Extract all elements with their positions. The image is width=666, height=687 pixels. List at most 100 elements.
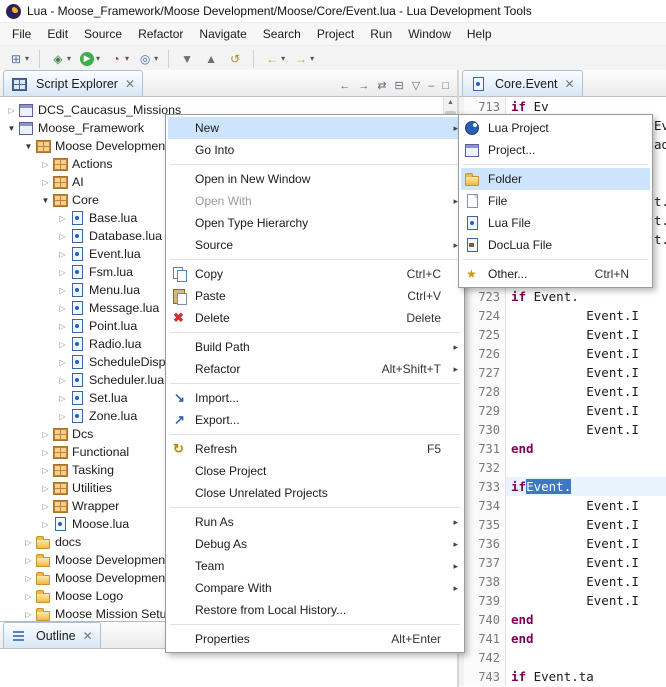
- previous-annotation-button[interactable]: ▲: [200, 49, 222, 69]
- menu-item-file[interactable]: File: [461, 190, 650, 212]
- expand-arrow-icon[interactable]: ▷: [39, 178, 52, 187]
- menu-item-open-in-new-window[interactable]: Open in New Window: [168, 168, 462, 190]
- menu-item-go-into[interactable]: Go Into: [168, 139, 462, 161]
- menu-item-paste[interactable]: PasteCtrl+V: [168, 285, 462, 307]
- menu-navigate[interactable]: Navigate: [191, 24, 254, 44]
- menu-refactor[interactable]: Refactor: [130, 24, 191, 44]
- menu-item-export[interactable]: Export...: [168, 409, 462, 431]
- expand-arrow-icon[interactable]: ▷: [56, 340, 69, 349]
- menu-item-project[interactable]: Project...: [461, 139, 650, 161]
- menu-item-open-type-hierarchy[interactable]: Open Type Hierarchy: [168, 212, 462, 234]
- menu-item-build-path[interactable]: Build Path▸: [168, 336, 462, 358]
- code-line[interactable]: 724 Event.I: [459, 306, 666, 325]
- code-line[interactable]: 734 Event.I: [459, 496, 666, 515]
- menu-item-team[interactable]: Team▸: [168, 555, 462, 577]
- code-line[interactable]: 741 end: [459, 629, 666, 648]
- menu-item-refactor[interactable]: RefactorAlt+Shift+T▸: [168, 358, 462, 380]
- close-icon[interactable]: ✕: [565, 77, 575, 91]
- code-line[interactable]: 728 Event.I: [459, 382, 666, 401]
- code-line[interactable]: 737 Event.I: [459, 553, 666, 572]
- expand-arrow-icon[interactable]: ▷: [39, 448, 52, 457]
- code-line[interactable]: 738 Event.I: [459, 572, 666, 591]
- expand-arrow-icon[interactable]: ▷: [56, 394, 69, 403]
- expand-arrow-icon[interactable]: ▷: [56, 250, 69, 259]
- run-button[interactable]: ▶▾: [76, 49, 103, 69]
- menu-item-restore-from-local-history[interactable]: Restore from Local History...: [168, 599, 462, 621]
- expand-arrow-icon[interactable]: ▷: [22, 610, 35, 619]
- menu-item-doclua-file[interactable]: DocLua File: [461, 234, 650, 256]
- code-line[interactable]: 731 end: [459, 439, 666, 458]
- expand-arrow-icon[interactable]: ▷: [39, 484, 52, 493]
- menu-item-import[interactable]: Import...: [168, 387, 462, 409]
- menu-file[interactable]: File: [4, 24, 39, 44]
- menu-item-properties[interactable]: PropertiesAlt+Enter: [168, 628, 462, 650]
- code-line[interactable]: 726 Event.I: [459, 344, 666, 363]
- menu-item-debug-as[interactable]: Debug As▸: [168, 533, 462, 555]
- dropdown-arrow-icon[interactable]: ▾: [310, 54, 314, 63]
- expand-arrow-icon[interactable]: ▷: [22, 556, 35, 565]
- collapse-arrow-icon[interactable]: ▼: [39, 196, 52, 205]
- menu-item-lua-project[interactable]: Lua Project: [461, 117, 650, 139]
- back-icon[interactable]: ←: [339, 80, 350, 92]
- code-line[interactable]: 735 Event.I: [459, 515, 666, 534]
- code-line[interactable]: 725 Event.I: [459, 325, 666, 344]
- menu-help[interactable]: Help: [459, 24, 500, 44]
- link-with-editor-icon[interactable]: ⇄: [377, 79, 386, 92]
- menu-source[interactable]: Source: [76, 24, 130, 44]
- new-wizard-button[interactable]: ⊞▾: [5, 49, 32, 69]
- forward-button[interactable]: →▾: [290, 49, 317, 69]
- menu-item-close-project[interactable]: Close Project: [168, 460, 462, 482]
- menu-search[interactable]: Search: [255, 24, 309, 44]
- menu-item-new[interactable]: New▸: [168, 117, 462, 139]
- menu-project[interactable]: Project: [309, 24, 362, 44]
- menu-item-other[interactable]: Other...Ctrl+N: [461, 263, 650, 285]
- menu-item-folder[interactable]: Folder: [461, 168, 650, 190]
- code-line[interactable]: 723 if Event.: [459, 287, 666, 306]
- code-line[interactable]: 729 Event.I: [459, 401, 666, 420]
- menu-edit[interactable]: Edit: [39, 24, 76, 44]
- expand-arrow-icon[interactable]: ▷: [39, 430, 52, 439]
- code-line[interactable]: 732: [459, 458, 666, 477]
- code-line[interactable]: 739 Event.I: [459, 591, 666, 610]
- menu-item-run-as[interactable]: Run As▸: [168, 511, 462, 533]
- expand-arrow-icon[interactable]: ▷: [39, 520, 52, 529]
- scroll-up-icon[interactable]: ▲: [444, 99, 457, 106]
- code-line[interactable]: 727 Event.I: [459, 363, 666, 382]
- minimize-icon[interactable]: –: [428, 80, 434, 92]
- menu-run[interactable]: Run: [362, 24, 400, 44]
- maximize-icon[interactable]: □: [442, 80, 449, 92]
- collapse-arrow-icon[interactable]: ▼: [22, 142, 35, 151]
- expand-arrow-icon[interactable]: ▷: [39, 160, 52, 169]
- tab-core-event[interactable]: Core.Event ✕: [462, 70, 583, 96]
- menu-item-source[interactable]: Source▸: [168, 234, 462, 256]
- forward-icon[interactable]: →: [358, 80, 369, 92]
- expand-arrow-icon[interactable]: ▷: [56, 268, 69, 277]
- code-line[interactable]: 736 Event.I: [459, 534, 666, 553]
- view-menu-icon[interactable]: ▽: [412, 79, 420, 92]
- expand-arrow-icon[interactable]: ▷: [56, 376, 69, 385]
- close-icon[interactable]: ✕: [125, 77, 135, 91]
- menu-item-refresh[interactable]: RefreshF5: [168, 438, 462, 460]
- expand-arrow-icon[interactable]: ▷: [39, 466, 52, 475]
- back-button[interactable]: ←▾: [261, 49, 288, 69]
- menu-window[interactable]: Window: [400, 24, 459, 44]
- expand-arrow-icon[interactable]: ▷: [22, 574, 35, 583]
- collapse-all-icon[interactable]: ⊟: [395, 79, 404, 92]
- dropdown-arrow-icon[interactable]: ▾: [25, 54, 29, 63]
- menu-item-copy[interactable]: CopyCtrl+C: [168, 263, 462, 285]
- collapse-arrow-icon[interactable]: ▼: [5, 124, 18, 133]
- dropdown-arrow-icon[interactable]: ▾: [67, 54, 71, 63]
- debug-button[interactable]: ◈▾: [47, 49, 74, 69]
- expand-arrow-icon[interactable]: ▷: [5, 106, 18, 115]
- code-line[interactable]: 730 Event.I: [459, 420, 666, 439]
- last-edit-location-button[interactable]: ↺: [224, 49, 246, 69]
- dropdown-arrow-icon[interactable]: ▾: [281, 54, 285, 63]
- expand-arrow-icon[interactable]: ▷: [56, 412, 69, 421]
- expand-arrow-icon[interactable]: ▷: [56, 304, 69, 313]
- tab-script-explorer[interactable]: Script Explorer ✕: [3, 70, 143, 96]
- next-annotation-button[interactable]: ▼: [176, 49, 198, 69]
- external-tools-button[interactable]: ◎▾: [134, 49, 161, 69]
- dropdown-arrow-icon[interactable]: ▾: [154, 54, 158, 63]
- expand-arrow-icon[interactable]: ▷: [22, 592, 35, 601]
- code-line[interactable]: 733 if Event.: [459, 477, 666, 496]
